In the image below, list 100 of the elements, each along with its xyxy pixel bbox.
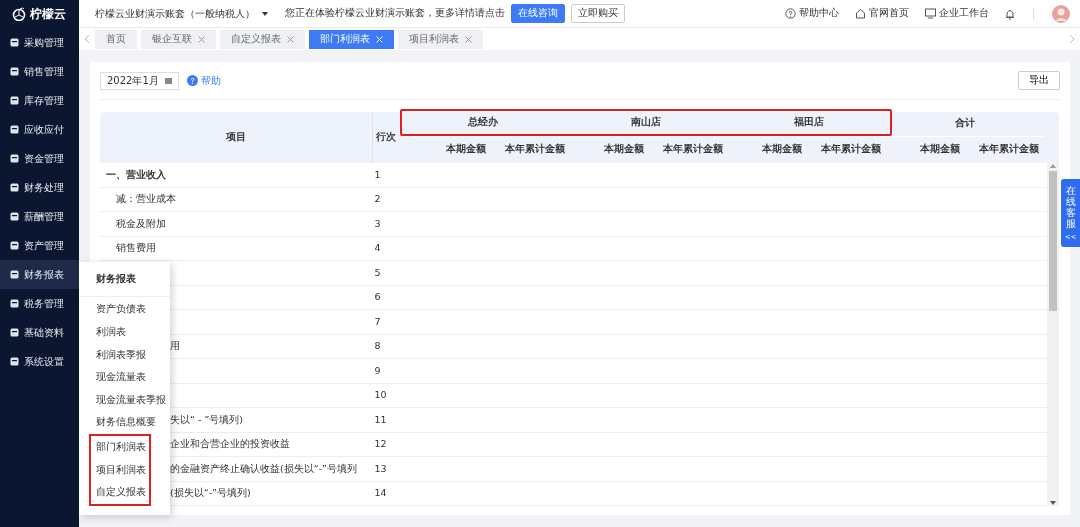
tab[interactable]: 部门利润表 bbox=[309, 29, 394, 49]
row-label: 的金融资产终止确认收益(损失以“-”号填列 bbox=[170, 462, 357, 474]
tab[interactable]: 自定义报表 bbox=[220, 29, 305, 49]
menu-item[interactable]: 部门利润表 bbox=[91, 435, 149, 459]
tab[interactable]: 银企互联 bbox=[141, 29, 216, 49]
menu-title: 财务报表 bbox=[79, 272, 170, 298]
line-number: 5 bbox=[374, 266, 381, 278]
column-header: 行次 bbox=[372, 112, 412, 163]
line-number: 14 bbox=[374, 487, 387, 499]
header-link[interactable]: 官网首页 bbox=[855, 6, 909, 21]
account-selector[interactable]: 柠檬云业财演示账套（一般纳税人） bbox=[95, 6, 255, 21]
document-icon bbox=[10, 299, 19, 308]
close-icon[interactable] bbox=[198, 35, 205, 43]
column-header: 本期金额 bbox=[570, 136, 649, 162]
line-number: 3 bbox=[374, 217, 381, 229]
line-number: 8 bbox=[374, 340, 381, 352]
menu-item[interactable]: 现金流量表 bbox=[79, 366, 170, 389]
calendar-icon bbox=[164, 77, 172, 84]
document-icon bbox=[10, 154, 19, 163]
column-header: 本期金额 bbox=[886, 136, 965, 162]
document-icon bbox=[10, 212, 19, 221]
document-icon bbox=[10, 67, 19, 76]
consult-button[interactable]: 在线咨询 bbox=[511, 4, 565, 23]
header-link[interactable]: 帮助中心 bbox=[785, 6, 839, 21]
buy-button[interactable]: 立即购买 bbox=[571, 4, 625, 23]
document-icon bbox=[10, 328, 19, 337]
row-label: 一、营业收入 bbox=[106, 168, 166, 180]
sidebar-item[interactable]: 采购管理 bbox=[0, 28, 79, 57]
row-label: 减：营业成本 bbox=[116, 193, 176, 205]
menu-item[interactable]: 资产负债表 bbox=[79, 298, 170, 321]
help-icon bbox=[186, 75, 198, 86]
line-number: 9 bbox=[374, 364, 381, 376]
tab[interactable]: 首页 bbox=[95, 29, 137, 49]
line-number: 1 bbox=[374, 168, 381, 180]
column-header: 本年累计金额 bbox=[491, 136, 570, 162]
menu-item[interactable]: 利润表 bbox=[79, 320, 170, 344]
menu-item[interactable]: 项目利润表 bbox=[91, 458, 149, 481]
sidebar-item[interactable]: 系统设置 bbox=[0, 347, 79, 376]
sidebar-item[interactable]: 应收应付 bbox=[0, 115, 79, 144]
column-header: 本期金额 bbox=[728, 136, 807, 162]
document-icon bbox=[10, 38, 19, 47]
sidebar-item[interactable]: 销售管理 bbox=[0, 57, 79, 86]
sidebar-item[interactable]: 资产管理 bbox=[0, 231, 79, 260]
lemon-logo-icon bbox=[12, 7, 26, 21]
sidebar-item[interactable]: 基础资料 bbox=[0, 318, 79, 347]
sidebar-item[interactable]: 库存管理 bbox=[0, 86, 79, 115]
line-number: 4 bbox=[374, 242, 381, 254]
row-label: 税金及附加 bbox=[116, 217, 166, 229]
line-number: 11 bbox=[374, 413, 387, 425]
group-header: 福田店 bbox=[792, 115, 825, 130]
close-icon[interactable] bbox=[465, 35, 472, 43]
row-label: 用 bbox=[170, 340, 180, 352]
row-label: (损失以“-”号填列) bbox=[170, 487, 251, 499]
menu-item[interactable]: 自定义报表 bbox=[91, 481, 149, 504]
tab[interactable]: 项目利润表 bbox=[398, 29, 483, 49]
column-header: 本年累计金额 bbox=[965, 136, 1044, 162]
close-icon[interactable] bbox=[287, 35, 294, 43]
avatar-icon[interactable] bbox=[1052, 4, 1070, 23]
line-number: 2 bbox=[374, 193, 381, 205]
sidebar-item[interactable]: 薪酬管理 bbox=[0, 202, 79, 231]
caret-icon[interactable] bbox=[261, 10, 269, 17]
bell-icon[interactable] bbox=[1005, 7, 1015, 20]
column-header: 本年累计金额 bbox=[807, 136, 886, 162]
header-link[interactable]: 企业工作台 bbox=[925, 6, 989, 21]
date-picker[interactable]: 2022年1月 bbox=[100, 71, 179, 90]
group-header: 合计 bbox=[954, 116, 976, 131]
notice-text: 您正在体验柠檬云业财演示账套，更多详情请点击 bbox=[285, 6, 505, 21]
sidebar-item[interactable]: 税务管理 bbox=[0, 289, 79, 318]
monitor-icon bbox=[925, 8, 936, 19]
scroll-down-icon[interactable] bbox=[1049, 500, 1057, 506]
column-header: 本年累计金额 bbox=[649, 136, 728, 162]
sidebar-item[interactable]: 资金管理 bbox=[0, 144, 79, 173]
document-icon bbox=[10, 96, 19, 105]
menu-item[interactable]: 利润表季报 bbox=[79, 343, 170, 367]
logo-text: 柠檬云 bbox=[30, 6, 66, 23]
help-icon bbox=[785, 8, 796, 19]
home-icon bbox=[855, 8, 866, 19]
line-number: 12 bbox=[374, 438, 387, 450]
group-header: 南山店 bbox=[630, 115, 662, 130]
menu-item[interactable]: 财务信息概要 bbox=[79, 411, 170, 434]
line-number: 6 bbox=[374, 291, 381, 303]
sidebar-item[interactable]: 财务报表 bbox=[0, 260, 79, 289]
document-icon bbox=[10, 270, 19, 279]
row-label: 失以“ - ”号填列) bbox=[170, 413, 244, 425]
sidebar-item[interactable]: 财务处理 bbox=[0, 173, 79, 202]
line-number: 10 bbox=[374, 389, 387, 401]
menu-item[interactable]: 现金流量表季报 bbox=[79, 388, 170, 412]
line-number: 7 bbox=[374, 315, 381, 327]
group-header: 总经办 bbox=[467, 115, 500, 130]
column-header: 本期金额 bbox=[412, 136, 491, 162]
column-header: 项目 bbox=[225, 130, 247, 145]
row-label: 销售费用 bbox=[116, 242, 156, 254]
row-label: 企业和合营企业的投资收益 bbox=[170, 438, 290, 450]
document-icon bbox=[10, 125, 19, 134]
scrollbar[interactable] bbox=[1047, 163, 1059, 506]
document-icon bbox=[10, 183, 19, 192]
help-link[interactable]: 帮助 bbox=[186, 73, 221, 88]
export-button[interactable]: 导出 bbox=[1018, 71, 1060, 90]
document-icon bbox=[10, 357, 19, 366]
document-icon bbox=[10, 241, 19, 250]
